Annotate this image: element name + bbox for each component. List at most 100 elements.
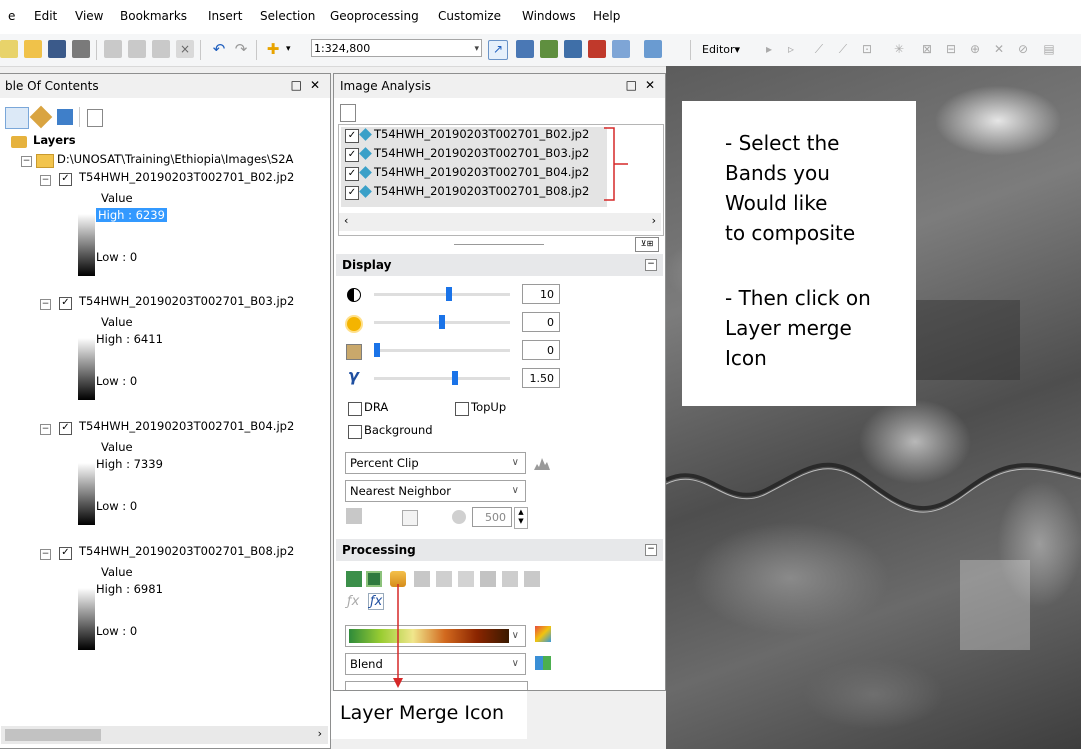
expand-collapse-all-icon[interactable]: ⊻⊞	[635, 237, 659, 252]
transparency-slider-thumb[interactable]	[374, 343, 380, 357]
construction-tools-icon[interactable]: ⊡	[858, 40, 876, 58]
copy-icon[interactable]	[128, 40, 146, 58]
dpi-input[interactable]: 500	[472, 507, 512, 527]
data-frame-label[interactable]: Layers	[33, 133, 76, 147]
background-checkbox[interactable]	[348, 425, 362, 439]
search-window-icon[interactable]	[564, 40, 582, 58]
collapse-section-icon[interactable]: −	[645, 544, 657, 556]
toc-layer-name-b02[interactable]: T54HWH_20190203T002701_B02.jp2	[79, 170, 294, 184]
chevron-down-icon[interactable]: ∨	[512, 626, 519, 646]
save-icon[interactable]	[48, 40, 66, 58]
stretch-type-select[interactable]: Percent Clip ∨	[345, 452, 526, 474]
menu-bookmarks[interactable]: Bookmarks	[120, 9, 187, 23]
processing-section-header[interactable]: Processing −	[336, 539, 663, 561]
collapse-icon[interactable]: −	[21, 156, 32, 167]
reshape-icon[interactable]: ⊠	[918, 40, 936, 58]
formula-disabled-icon[interactable]: ƒx	[347, 594, 359, 609]
scroll-right-icon[interactable]: ›	[318, 727, 322, 740]
table-of-contents-icon[interactable]	[516, 40, 534, 58]
list-horizontal-scrollbar[interactable]: ‹ ›	[339, 213, 661, 231]
edit-tool-icon[interactable]: ▸	[760, 40, 778, 58]
map-scale-input[interactable]: 1:324,800 ▾	[311, 39, 482, 57]
delete-vertex-icon[interactable]: ✕	[990, 40, 1008, 58]
layer-checkbox[interactable]: ✓	[345, 129, 359, 143]
add-data-dropdown-icon[interactable]: ▾	[286, 40, 304, 58]
contrast-value-input[interactable]: 10	[522, 284, 560, 304]
editor-menu[interactable]: Editor▾	[702, 43, 740, 56]
chevron-down-icon[interactable]: ▾	[474, 40, 479, 58]
grayscale-ramp[interactable]	[78, 338, 95, 400]
layer-checkbox[interactable]: ✓	[345, 148, 359, 162]
grayscale-ramp[interactable]	[78, 214, 95, 276]
editor-toolbar-icon[interactable]: ↗	[488, 40, 508, 60]
catalog-icon[interactable]	[540, 40, 558, 58]
shadow-icon[interactable]	[480, 571, 496, 587]
brightness-slider-thumb[interactable]	[439, 315, 445, 329]
print-icon[interactable]	[72, 40, 90, 58]
collapse-icon[interactable]: −	[40, 549, 51, 560]
topup-checkbox[interactable]	[455, 402, 469, 416]
menu-windows[interactable]: Windows	[522, 9, 576, 23]
contrast-slider-track[interactable]	[374, 293, 510, 296]
swipe-icon[interactable]	[346, 508, 362, 524]
model-builder-icon[interactable]	[644, 40, 662, 58]
resampling-select[interactable]: Nearest Neighbor ∨	[345, 480, 526, 502]
rotate-icon[interactable]: ⊕	[966, 40, 984, 58]
open-folder-icon[interactable]	[24, 40, 42, 58]
redo-icon[interactable]: ↷	[232, 40, 250, 58]
toc-layer-name-b03[interactable]: T54HWH_20190203T002701_B03.jp2	[79, 294, 294, 308]
delete-icon[interactable]: ×	[176, 40, 194, 58]
panel-splitter[interactable]	[454, 244, 544, 245]
layer-checkbox[interactable]: ✓	[345, 186, 359, 200]
attributes-icon[interactable]: ▤	[1040, 40, 1058, 58]
chevron-down-icon[interactable]: ∨	[512, 481, 519, 501]
brightness-value-input[interactable]: 0	[522, 312, 560, 332]
display-settings-icon[interactable]	[402, 510, 418, 526]
gamma-slider-track[interactable]	[374, 377, 510, 380]
chevron-down-icon[interactable]: ∨	[512, 453, 519, 473]
ia-layer-b08[interactable]: T54HWH_20190203T002701_B08.jp2	[374, 184, 589, 198]
colorize-icon[interactable]	[535, 626, 551, 642]
arctoolbox-icon[interactable]	[588, 40, 606, 58]
sketch-properties-icon[interactable]: ⊘	[1014, 40, 1032, 58]
gamma-slider-thumb[interactable]	[452, 371, 458, 385]
menu-file[interactable]: e	[8, 9, 15, 23]
cut-icon[interactable]	[104, 40, 122, 58]
blend-apply-icon[interactable]	[535, 656, 551, 670]
menu-customize[interactable]: Customize	[438, 9, 501, 23]
grayscale-ramp[interactable]	[78, 588, 95, 650]
collapse-section-icon[interactable]: −	[645, 259, 657, 271]
dpi-spinner[interactable]: ▲ ▼	[514, 507, 528, 529]
scroll-left-icon[interactable]: ‹	[344, 214, 348, 227]
new-document-icon[interactable]	[0, 40, 18, 58]
contrast-slider-thumb[interactable]	[445, 287, 452, 301]
trace-icon[interactable]: ⟋	[834, 40, 852, 58]
split-tool-icon[interactable]: ✳	[890, 40, 908, 58]
grayscale-ramp[interactable]	[78, 463, 95, 525]
toc-layer-name-b08[interactable]: T54HWH_20190203T002701_B08.jp2	[79, 544, 294, 558]
menu-selection[interactable]: Selection	[260, 9, 315, 23]
toc-layer-name-b04[interactable]: T54HWH_20190203T002701_B04.jp2	[79, 419, 294, 433]
stretch-function-icon[interactable]	[502, 571, 518, 587]
pansharpen-icon[interactable]	[414, 571, 430, 587]
layer-visibility-checkbox[interactable]: ✓	[59, 422, 72, 435]
close-icon[interactable]: ✕	[645, 78, 655, 92]
clip-icon[interactable]	[346, 571, 362, 587]
color-ramp-select[interactable]: ∨	[345, 625, 526, 647]
gamma-value-input[interactable]: 1.50	[522, 368, 560, 388]
menu-geoprocessing[interactable]: Geoprocessing	[330, 9, 419, 23]
paste-icon[interactable]	[152, 40, 170, 58]
collapse-icon[interactable]: −	[40, 175, 51, 186]
chevron-down-icon[interactable]: ∨	[512, 654, 519, 674]
undo-icon[interactable]: ↶	[210, 40, 228, 58]
layer-visibility-checkbox[interactable]: ✓	[59, 297, 72, 310]
list-by-drawing-order-icon[interactable]	[5, 107, 29, 129]
partial-combo[interactable]	[345, 681, 528, 690]
close-icon[interactable]: ✕	[310, 78, 320, 92]
dra-checkbox[interactable]	[348, 402, 362, 416]
histogram-icon[interactable]	[533, 455, 551, 471]
collapse-icon[interactable]: −	[40, 299, 51, 310]
scrollbar-thumb[interactable]	[5, 729, 101, 741]
display-section-header[interactable]: Display −	[336, 254, 663, 276]
add-data-icon[interactable]: ✚	[264, 40, 282, 58]
